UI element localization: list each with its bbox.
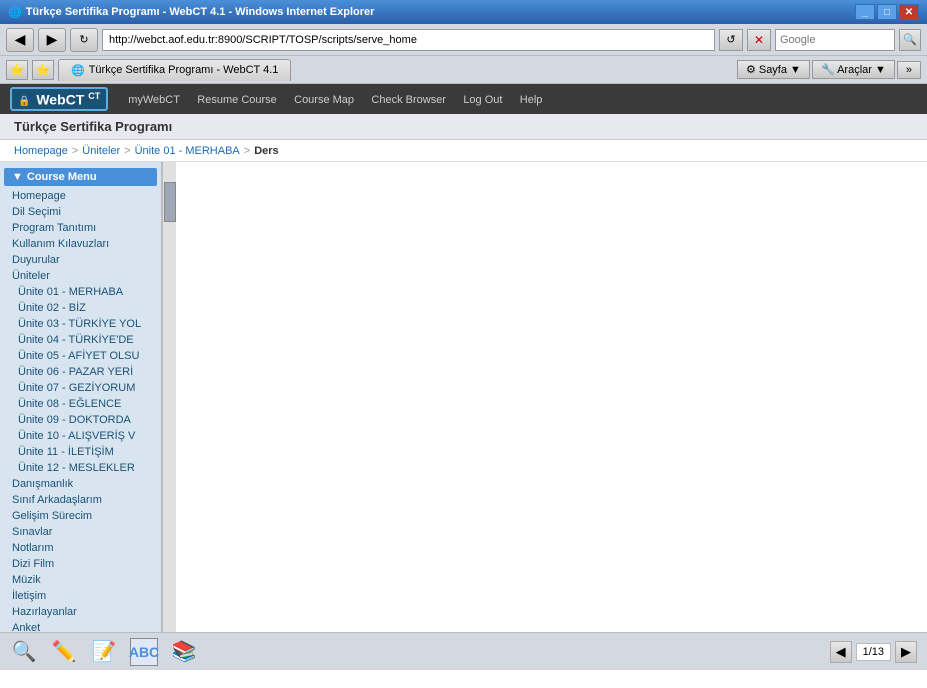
sidebar-arrow-icon: ▼	[12, 171, 23, 183]
bottom-nav: ◀ 1/13 ▶	[830, 641, 917, 663]
google-search-button[interactable]: 🔍	[899, 29, 921, 51]
sidebar-item-anket[interactable]: Anket	[4, 620, 157, 632]
sidebar-item-unite09[interactable]: Ünite 09 - DOKTORDA	[4, 412, 157, 428]
content-row: ▼ Course Menu Homepage Dil Seçimi Progra…	[0, 162, 176, 632]
breadcrumb-unite01[interactable]: Ünite 01 - MERHABA	[135, 145, 240, 157]
minimize-button[interactable]: _	[855, 4, 875, 20]
sidebar-item-unite06[interactable]: Ünite 06 - PAZAR YERİ	[4, 364, 157, 380]
notes-tool-icon[interactable]: 📝	[90, 638, 118, 666]
sidebar-item-danismanlik[interactable]: Danışmanlık	[4, 476, 157, 492]
breadcrumb-current: Ders	[254, 145, 278, 157]
sidebar-item-sinif[interactable]: Sınıf Arkadaşlarım	[4, 492, 157, 508]
add-favorite-button[interactable]: ⭐	[32, 60, 54, 80]
araclar-button[interactable]: 🔧 Araçlar ▼	[812, 60, 895, 79]
go-button[interactable]: ↺	[719, 29, 743, 51]
sidebar-item-gelisim[interactable]: Gelişim Sürecim	[4, 508, 157, 524]
sidebar-item-kullanim[interactable]: Kullanım Kılavuzları	[4, 236, 157, 252]
pencil-tool-icon[interactable]: ✏️	[50, 638, 78, 666]
bottom-next-button[interactable]: ▶	[895, 641, 917, 663]
tab-label: Türkçe Sertifika Programı - WebCT 4.1	[89, 64, 279, 76]
sidebar-item-duyurular[interactable]: Duyurular	[4, 252, 157, 268]
sidebar-item-unite04[interactable]: Ünite 04 - TÜRKİYE'DE	[4, 332, 157, 348]
sidebar-item-sinavlar[interactable]: Sınavlar	[4, 524, 157, 540]
back-button[interactable]: ◀	[6, 28, 34, 52]
window-title: Türkçe Sertifika Programı - WebCT 4.1 - …	[26, 6, 855, 18]
nav-mywebct[interactable]: myWebCT	[128, 94, 180, 106]
sidebar-item-dizi-film[interactable]: Dizi Film	[4, 556, 157, 572]
page-title: Türkçe Sertifika Programı	[14, 119, 172, 134]
sidebar-item-unite07[interactable]: Ünite 07 - GEZİYORUM	[4, 380, 157, 396]
stop-button[interactable]: ✕	[747, 29, 771, 51]
sidebar-item-unite05[interactable]: Ünite 05 - AFİYET OLSU	[4, 348, 157, 364]
breadcrumb: Homepage > Üniteler > Ünite 01 - MERHABA…	[0, 140, 927, 162]
address-input[interactable]	[102, 29, 715, 51]
webct-logo-text: WebCT	[36, 91, 84, 107]
sidebar-item-dil-secimi[interactable]: Dil Seçimi	[4, 204, 157, 220]
sidebar-item-unite03[interactable]: Ünite 03 - TÜRKİYE YOL	[4, 316, 157, 332]
sayfa-button[interactable]: ⚙ Sayfa ▼	[737, 60, 810, 79]
sidebar-item-muzik[interactable]: Müzik	[4, 572, 157, 588]
browser-icon: 🌐	[8, 6, 22, 19]
favorites-button[interactable]: ⭐	[6, 60, 28, 80]
webct-nav: myWebCT Resume Course Course Map Check B…	[128, 92, 556, 106]
nav-check-browser[interactable]: Check Browser	[371, 94, 446, 106]
webct-header: 🔒 WebCT CT myWebCT Resume Course Course …	[0, 84, 927, 114]
sidebar-item-unite02[interactable]: Ünite 02 - BİZ	[4, 300, 157, 316]
sidebar-item-unite11[interactable]: Ünite 11 - İLETİŞİM	[4, 444, 157, 460]
search-tool-icon[interactable]: 🔍	[10, 638, 38, 666]
webct-logo: 🔒 WebCT CT	[10, 87, 108, 112]
scroll-thumb[interactable]	[164, 182, 176, 222]
maximize-button[interactable]: □	[877, 4, 897, 20]
bottom-toolbar: 🔍 ✏️ 📝 ABC 📚 ◀ 1/13 ▶	[0, 632, 927, 670]
sidebar-item-hazirlayanlar[interactable]: Hazırlayanlar	[4, 604, 157, 620]
bottom-counter: 1/13	[856, 643, 891, 661]
title-bar: 🌐 Türkçe Sertifika Programı - WebCT 4.1 …	[0, 0, 927, 24]
sidebar-item-unite08[interactable]: Ünite 08 - EĞLENCE	[4, 396, 157, 412]
nav-help[interactable]: Help	[520, 94, 543, 106]
google-search-input[interactable]	[775, 29, 895, 51]
browser-tab[interactable]: 🌐 Türkçe Sertifika Programı - WebCT 4.1	[58, 59, 291, 81]
bottom-tools: 🔍 ✏️ 📝 ABC 📚	[10, 638, 198, 666]
main-layout: ▼ Course Menu Homepage Dil Seçimi Progra…	[0, 162, 927, 632]
forward-button[interactable]: ▶	[38, 28, 66, 52]
nav-resume-course[interactable]: Resume Course	[197, 94, 276, 106]
right-scrollbar[interactable]	[162, 162, 176, 632]
ie-icon: 🌐	[71, 64, 85, 77]
sidebar-item-uniteler[interactable]: Üniteler	[4, 268, 157, 284]
close-button[interactable]: ✕	[899, 4, 919, 20]
sidebar-item-notlarim[interactable]: Notlarım	[4, 540, 157, 556]
nav-course-map[interactable]: Course Map	[294, 94, 354, 106]
breadcrumb-uniteler[interactable]: Üniteler	[82, 145, 120, 157]
sidebar-header: ▼ Course Menu	[4, 168, 157, 186]
bookmarks-bar: ⭐ ⭐ 🌐 Türkçe Sertifika Programı - WebCT …	[0, 56, 927, 84]
breadcrumb-homepage[interactable]: Homepage	[14, 145, 68, 157]
more-button[interactable]: »	[897, 61, 921, 79]
book-tool-icon[interactable]: 📚	[170, 638, 198, 666]
bottom-prev-button[interactable]: ◀	[830, 641, 852, 663]
nav-log-out[interactable]: Log Out	[463, 94, 502, 106]
sidebar-item-iletisim[interactable]: İletişim	[4, 588, 157, 604]
sidebar-item-unite01[interactable]: Ünite 01 - MERHABA	[4, 284, 157, 300]
abc-tool-icon[interactable]: ABC	[130, 638, 158, 666]
sidebar-item-homepage[interactable]: Homepage	[4, 188, 157, 204]
sidebar-item-unite12[interactable]: Ünite 12 - MESLEKLER	[4, 460, 157, 476]
sidebar: ▼ Course Menu Homepage Dil Seçimi Progra…	[0, 162, 162, 632]
page-title-bar: Türkçe Sertifika Programı	[0, 114, 927, 140]
webct-logo-icon: 🔒	[18, 96, 30, 107]
sidebar-item-unite10[interactable]: Ünite 10 - ALIŞVERİŞ V	[4, 428, 157, 444]
refresh-button[interactable]: ↻	[70, 28, 98, 52]
sidebar-header-label: Course Menu	[27, 171, 97, 183]
sidebar-item-program-tanitimi[interactable]: Program Tanıtımı	[4, 220, 157, 236]
address-bar: ◀ ▶ ↻ ↺ ✕ 🔍	[0, 24, 927, 56]
